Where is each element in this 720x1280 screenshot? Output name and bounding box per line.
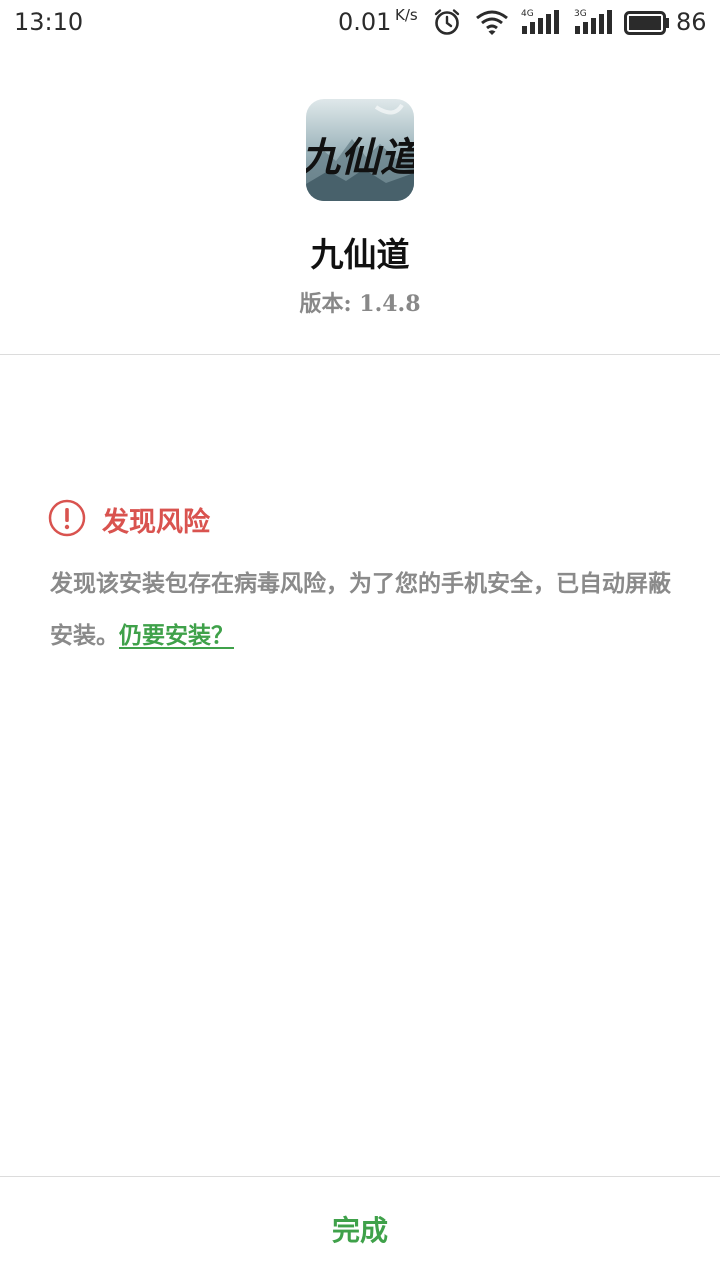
- done-button[interactable]: 完成: [0, 1177, 720, 1280]
- app-icon: 九仙道: [306, 99, 414, 201]
- app-version: 版本: 1.4.8: [0, 286, 720, 318]
- status-bar: 13:10 0.01 K/s 4G 3G 86: [0, 0, 720, 46]
- app-icon-title: 九仙道: [306, 134, 414, 181]
- install-anyway-link[interactable]: 仍要安装？: [119, 622, 234, 649]
- network-speed-unit: K/s: [395, 6, 418, 24]
- alarm-icon: [434, 9, 460, 35]
- status-time: 13:10: [14, 8, 84, 36]
- header-divider: [0, 354, 720, 355]
- wifi-icon: [476, 10, 508, 35]
- app-name: 九仙道: [310, 235, 410, 274]
- battery-level: 86: [676, 8, 707, 36]
- version-number: 1.4.8: [359, 291, 421, 317]
- install-risk-screen: 13:10 0.01 K/s 4G 3G 86 九仙道 九仙道 版本: 1.4.…: [0, 0, 720, 1280]
- signal-3g-icon: 3G: [574, 9, 612, 34]
- signal-3g-label: 3G: [574, 9, 587, 19]
- risk-message-block: 发现该安装包存在病毒风险，为了您的手机安全，已自动屏蔽安装。仍要安装？: [50, 558, 680, 662]
- network-speed: 0.01: [338, 8, 392, 36]
- version-prefix: 版本:: [299, 291, 352, 317]
- warning-icon: [48, 499, 86, 537]
- risk-title: 发现风险: [102, 507, 210, 538]
- signal-4g-icon: 4G: [521, 9, 559, 34]
- signal-4g-label: 4G: [521, 9, 534, 19]
- battery-icon: [624, 11, 669, 35]
